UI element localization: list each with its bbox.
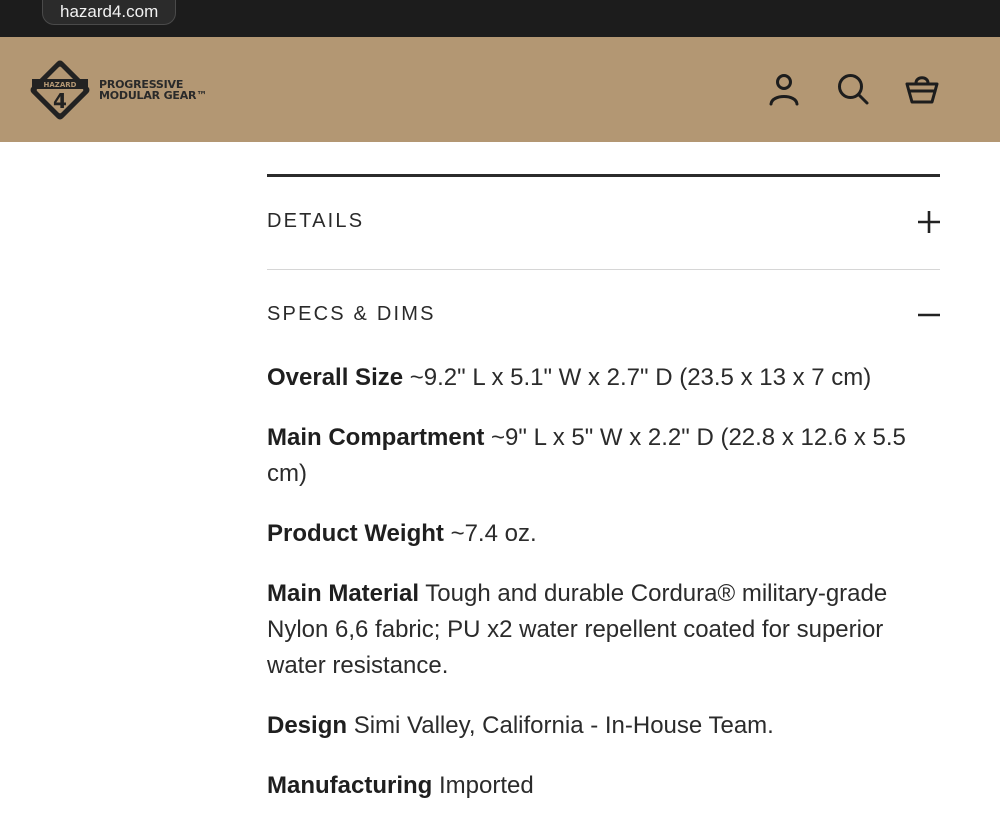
spec-design: Design Simi Valley, California - In-Hous… [267, 708, 940, 744]
specs-list: Overall Size ~9.2" L x 5.1" W x 2.7" D (… [267, 360, 940, 828]
spec-value: Simi Valley, California - In-House Team. [353, 712, 774, 739]
accordion-header-specs[interactable]: SPECS & DIMS [267, 295, 940, 335]
accordion-top-divider [267, 174, 940, 177]
account-icon[interactable] [766, 71, 802, 107]
spec-manufacturing: Manufacturing Imported [267, 768, 940, 804]
spec-label: Main Material [267, 580, 420, 607]
collapse-minus-icon[interactable] [918, 303, 940, 327]
spec-label: Overall Size [267, 364, 404, 391]
spec-main-compartment: Main Compartment ~9" L x 5" W x 2.2" D (… [267, 420, 940, 492]
spec-value: Imported [439, 772, 534, 799]
spec-label: Main Compartment [267, 424, 485, 451]
spec-value: ~7.4 oz. [450, 520, 537, 547]
brand-tagline: PROGRESSIVE MODULAR GEAR™ [99, 79, 207, 101]
spec-value: ~9.2" L x 5.1" W x 2.7" D (23.5 x 13 x 7… [409, 364, 872, 391]
svg-text:4: 4 [53, 89, 67, 113]
accordion-title-specs: SPECS & DIMS [267, 303, 436, 325]
spec-label: Design [267, 712, 348, 739]
expand-plus-icon[interactable] [918, 210, 940, 234]
search-icon[interactable] [835, 71, 871, 107]
site-header: HAZARD 4 PROGRESSIVE MODULAR GEAR™ [0, 37, 1000, 142]
brand-logo[interactable]: HAZARD 4 PROGRESSIVE MODULAR GEAR™ [26, 56, 226, 124]
spec-main-material: Main Material Tough and durable Cordura®… [267, 576, 940, 684]
accordion-header-details[interactable]: DETAILS [267, 202, 940, 242]
hazard4-logo-icon: HAZARD 4 [30, 60, 90, 120]
spec-product-weight: Product Weight ~7.4 oz. [267, 516, 940, 552]
svg-text:HAZARD: HAZARD [44, 81, 77, 89]
browser-bar: hazard4.com [0, 0, 1000, 37]
spec-overall-size: Overall Size ~9.2" L x 5.1" W x 2.7" D (… [267, 360, 940, 396]
url-bar[interactable]: hazard4.com [42, 0, 177, 25]
brand-tagline-line2: MODULAR GEAR™ [99, 89, 208, 102]
accordion-divider [267, 269, 940, 270]
accordion-title-details: DETAILS [267, 210, 365, 232]
spec-label: Product Weight [267, 520, 444, 547]
cart-icon[interactable] [904, 71, 940, 107]
spec-label: Manufacturing [267, 772, 433, 799]
